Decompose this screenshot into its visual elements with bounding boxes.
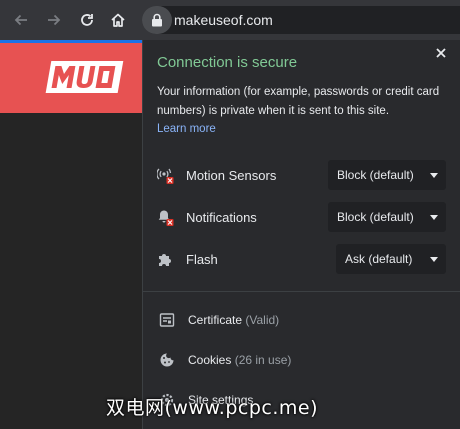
certificate-text: Certificate bbox=[188, 313, 243, 327]
puzzle-icon bbox=[159, 254, 171, 266]
permission-row-motion-sensors: Motion Sensors Block (default) bbox=[143, 160, 460, 190]
notification-blocked-icon bbox=[158, 210, 174, 226]
connection-status-title: Connection is secure bbox=[157, 54, 298, 71]
flash-select[interactable]: Ask (default) bbox=[336, 244, 446, 274]
site-header bbox=[0, 43, 142, 113]
reload-icon[interactable] bbox=[75, 8, 99, 32]
motion-sensor-blocked-icon bbox=[157, 168, 174, 184]
section-divider bbox=[143, 291, 460, 292]
select-value: Ask (default) bbox=[345, 252, 413, 266]
chevron-down-icon bbox=[430, 257, 438, 262]
cookie-icon bbox=[160, 353, 174, 367]
certificate-icon bbox=[159, 313, 175, 327]
muo-logo[interactable] bbox=[44, 57, 124, 97]
certificate-status: (Valid) bbox=[245, 313, 280, 327]
motion-sensors-select[interactable]: Block (default) bbox=[328, 160, 446, 190]
cookies-row[interactable]: Cookies (26 in use) bbox=[143, 345, 460, 375]
permission-label: Flash bbox=[186, 252, 218, 267]
lock-icon[interactable] bbox=[142, 6, 172, 34]
url-text[interactable]: makeuseof.com bbox=[174, 12, 273, 28]
cookies-count: (26 in use) bbox=[234, 353, 292, 367]
certificate-label: Certificate (Valid) bbox=[188, 313, 279, 327]
permission-row-flash: Flash Ask (default) bbox=[143, 244, 460, 274]
back-arrow-icon[interactable] bbox=[9, 8, 33, 32]
permission-row-notifications: Notifications Block (default) bbox=[143, 202, 460, 232]
close-icon[interactable] bbox=[432, 44, 450, 62]
watermark-text: 双电网(www.pcpc.me) bbox=[106, 397, 318, 419]
select-value: Block (default) bbox=[337, 168, 414, 182]
site-info-popup: Connection is secure Your information (f… bbox=[142, 40, 460, 429]
connection-description: Your information (for example, passwords… bbox=[157, 86, 440, 117]
forward-arrow-icon[interactable] bbox=[42, 8, 66, 32]
page-body bbox=[0, 113, 142, 429]
permission-label: Notifications bbox=[186, 210, 257, 225]
browser-toolbar: makeuseof.com bbox=[0, 0, 460, 40]
address-bar[interactable]: makeuseof.com bbox=[142, 6, 460, 34]
learn-more-link[interactable]: Learn more bbox=[157, 123, 216, 135]
certificate-row[interactable]: Certificate (Valid) bbox=[143, 305, 460, 335]
cookies-label: Cookies (26 in use) bbox=[188, 353, 291, 367]
chevron-down-icon bbox=[430, 215, 438, 220]
cookies-text: Cookies bbox=[188, 353, 232, 367]
chevron-down-icon bbox=[430, 173, 438, 178]
permission-label: Motion Sensors bbox=[186, 168, 277, 183]
home-icon[interactable] bbox=[106, 8, 130, 32]
notifications-select[interactable]: Block (default) bbox=[328, 202, 446, 232]
select-value: Block (default) bbox=[337, 210, 414, 224]
